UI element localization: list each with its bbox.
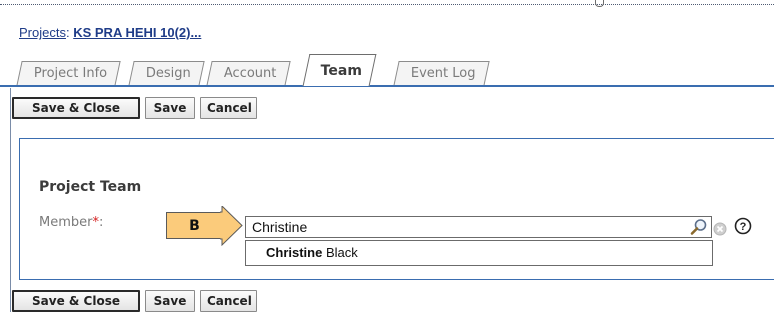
tab-bar: Project Info Design Account Team Event L… (16, 54, 774, 88)
member-label-text: Member (39, 215, 93, 230)
cursor-mark (595, 0, 604, 7)
tab-account[interactable]: Account (206, 61, 291, 86)
save-button-bottom[interactable]: Save (145, 290, 195, 312)
callout-arrow-icon (220, 206, 243, 246)
save-button[interactable]: Save (145, 97, 195, 119)
tab-event-log[interactable]: Event Log (393, 61, 490, 86)
section-title: Project Team (39, 179, 142, 195)
cancel-button-bottom[interactable]: Cancel (200, 290, 257, 312)
autocomplete-suggestion[interactable]: Christine Black (245, 240, 713, 266)
breadcrumb: Projects: KS PRA HEHI 10(2)... (19, 25, 201, 40)
help-icon[interactable]: ? (734, 217, 752, 235)
suggestion-rest: Black (322, 245, 358, 260)
label-colon: : (98, 215, 104, 230)
svg-text:?: ? (740, 221, 747, 233)
breadcrumb-separator: : (65, 25, 70, 40)
tab-underline (0, 85, 774, 87)
cancel-button[interactable]: Cancel (200, 97, 257, 119)
callout-label: B (166, 212, 222, 239)
top-dotted-border (0, 4, 774, 5)
member-label: Member*: (39, 215, 103, 230)
tab-team[interactable]: Team (302, 54, 377, 86)
tab-project-info[interactable]: Project Info (16, 61, 121, 86)
clear-icon[interactable] (713, 222, 727, 236)
breadcrumb-projects-link[interactable]: Projects (19, 25, 66, 40)
breadcrumb-project-link[interactable]: KS PRA HEHI 10(2)... (73, 25, 201, 40)
tab-design[interactable]: Design (128, 61, 205, 86)
suggestion-match: Christine (266, 245, 323, 260)
save-close-button[interactable]: Save & Close (12, 97, 140, 119)
member-search-input[interactable] (245, 216, 712, 238)
save-close-button-bottom[interactable]: Save & Close (12, 290, 140, 312)
search-icon[interactable] (690, 218, 708, 236)
